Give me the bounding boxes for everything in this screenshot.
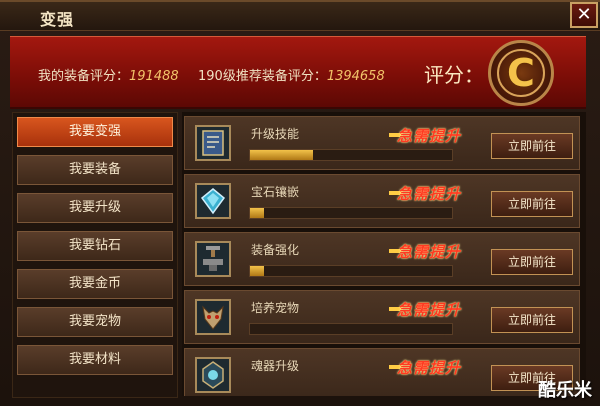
list-item: 魂器升级 急需提升 立即前往 bbox=[184, 348, 580, 396]
close-button[interactable]: ✕ bbox=[570, 2, 598, 28]
sidebar-item-equipment[interactable]: 我要装备 bbox=[17, 155, 173, 185]
progress-fill bbox=[250, 208, 265, 218]
panel-frame: 变强 ✕ 我的装备评分：191488 190级推荐装备评分：1394658 评分… bbox=[0, 0, 600, 406]
sidebar-item-materials[interactable]: 我要材料 bbox=[17, 345, 173, 375]
row-name: 培养宠物 bbox=[251, 301, 300, 315]
soul-artifact-icon bbox=[195, 357, 231, 393]
anvil-icon bbox=[195, 241, 231, 277]
progress-bar bbox=[249, 149, 453, 161]
watermark-logo: 酷乐米 bbox=[538, 380, 592, 401]
progress-bar bbox=[249, 323, 453, 335]
list-item: 升级技能 急需提升 立即前往 bbox=[184, 116, 580, 170]
recommend-score-value: 1394658 bbox=[326, 69, 385, 84]
progress-bar bbox=[249, 265, 453, 277]
recommend-score-label: 190级推荐装备评分： bbox=[198, 69, 327, 84]
score-label: 评分： bbox=[424, 63, 484, 87]
urgent-tag: 急需提升 bbox=[397, 359, 462, 377]
close-icon: ✕ bbox=[576, 4, 592, 25]
recommend-score: 190级推荐装备评分：1394658 bbox=[198, 65, 385, 84]
row-name: 魂器升级 bbox=[251, 359, 300, 373]
list-item: 培养宠物 急需提升 立即前往 bbox=[184, 290, 580, 344]
progress-fill bbox=[250, 150, 313, 160]
rank-badge: C bbox=[488, 40, 554, 106]
my-score-value: 191488 bbox=[129, 69, 179, 84]
go-button[interactable]: 立即前往 bbox=[491, 249, 573, 275]
strengthen-list: 升级技能 急需提升 立即前往 宝石镶嵌 急需提升 立即前往 装备强化 急需提升 bbox=[182, 112, 586, 396]
sidebar-item-gold[interactable]: 我要金币 bbox=[17, 269, 173, 299]
row-name: 装备强化 bbox=[251, 243, 300, 257]
urgent-tag: 急需提升 bbox=[397, 127, 462, 145]
go-button[interactable]: 立即前往 bbox=[491, 191, 573, 217]
progress-fill bbox=[250, 266, 265, 276]
title-bar: 变强 bbox=[0, 2, 600, 31]
skill-book-icon bbox=[195, 125, 231, 161]
sidebar-item-pets[interactable]: 我要宠物 bbox=[17, 307, 173, 337]
urgent-tag: 急需提升 bbox=[397, 185, 462, 203]
sidebar-item-diamonds[interactable]: 我要钻石 bbox=[17, 231, 173, 261]
urgent-tag: 急需提升 bbox=[397, 243, 462, 261]
urgent-tag: 急需提升 bbox=[397, 301, 462, 319]
gem-icon bbox=[195, 183, 231, 219]
rank-letter: C bbox=[507, 51, 535, 95]
list-item: 装备强化 急需提升 立即前往 bbox=[184, 232, 580, 286]
go-button[interactable]: 立即前往 bbox=[491, 307, 573, 333]
sidebar: 我要变强 我要装备 我要升级 我要钻石 我要金币 我要宠物 我要材料 bbox=[12, 112, 178, 398]
sidebar-item-strengthen[interactable]: 我要变强 bbox=[17, 117, 173, 147]
my-score-label: 我的装备评分： bbox=[38, 69, 130, 84]
progress-bar bbox=[249, 207, 453, 219]
window-title: 变强 bbox=[40, 10, 75, 29]
my-score: 我的装备评分：191488 bbox=[38, 65, 179, 84]
list-item: 宝石镶嵌 急需提升 立即前往 bbox=[184, 174, 580, 228]
sidebar-item-level-up[interactable]: 我要升级 bbox=[17, 193, 173, 223]
row-name: 升级技能 bbox=[251, 127, 300, 141]
row-name: 宝石镶嵌 bbox=[251, 185, 300, 199]
go-button[interactable]: 立即前往 bbox=[491, 133, 573, 159]
pet-icon bbox=[195, 299, 231, 335]
